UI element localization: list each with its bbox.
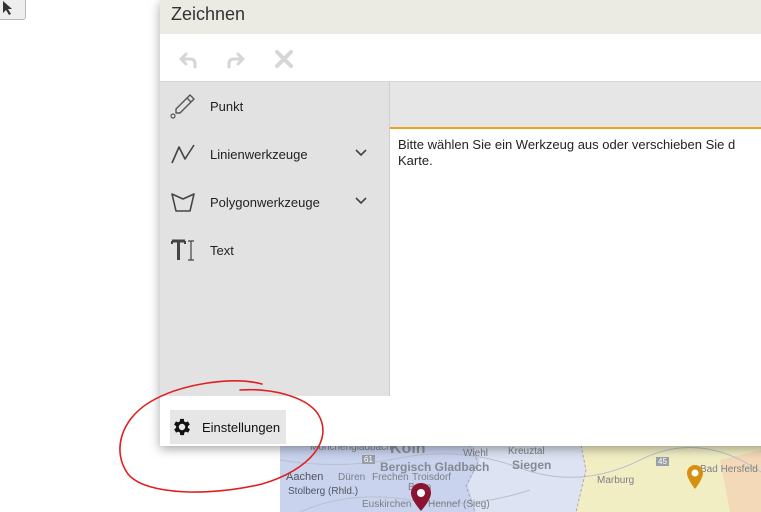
tool-polygons[interactable]: Polygonwerkzeuge: [160, 178, 389, 226]
map-label: Wiehl: [463, 448, 489, 459]
gear-icon: [170, 415, 194, 439]
map-label: Hennef (Sieg): [428, 499, 490, 510]
tool-sidebar: Punkt Linienwerkzeuge Polygonwerkzeuge T…: [160, 82, 390, 396]
text-tool-icon: [170, 237, 196, 263]
map-label: Stolberg (Rhld.): [288, 486, 359, 497]
redo-icon: [227, 52, 245, 69]
tool-label: Punkt: [210, 98, 244, 114]
chevron-down-icon[interactable]: [354, 148, 368, 158]
map-marker-icon[interactable]: [410, 482, 432, 512]
map-label: Marburg: [597, 475, 635, 486]
tool-label: Linienwerkzeuge: [210, 146, 308, 162]
cursor-arrow-icon: [3, 1, 12, 15]
undo-button[interactable]: [174, 46, 202, 72]
map-label: Kreuztal: [508, 446, 545, 457]
draw-toolbar: [160, 34, 761, 82]
settings-button[interactable]: Einstellungen: [170, 410, 286, 444]
map-label: Frechen: [372, 472, 409, 483]
dialog-footer: Einstellungen: [160, 396, 761, 446]
delete-button[interactable]: [270, 46, 298, 72]
map-label: Bad Hersfeld: [700, 464, 758, 475]
map-label: Düren: [338, 472, 366, 483]
select-tool-button[interactable]: [0, 0, 26, 20]
chevron-down-icon[interactable]: [354, 196, 368, 206]
map-label: 45: [656, 457, 669, 466]
pencil-icon: [170, 93, 196, 119]
redo-button[interactable]: [222, 46, 250, 72]
content-header: [390, 82, 761, 129]
tool-point[interactable]: Punkt: [160, 82, 389, 130]
polygon-icon: [170, 189, 196, 215]
tool-content-panel: Bitte wählen Sie ein Werkzeug aus oder v…: [390, 82, 761, 396]
dialog-titlebar[interactable]: Zeichnen: [160, 0, 761, 34]
screen: Mönchengladbach Köln 61 Bergisch Gladbac…: [0, 0, 761, 512]
map-label: Siegen: [512, 458, 552, 472]
map-label: 61: [362, 455, 375, 464]
map-label: Euskirchen: [362, 499, 412, 510]
map-marker-icon[interactable]: [686, 464, 704, 490]
settings-label: Einstellungen: [202, 419, 281, 435]
tool-lines[interactable]: Linienwerkzeuge: [160, 130, 389, 178]
polyline-icon: [170, 141, 196, 167]
map-view[interactable]: Mönchengladbach Köln 61 Bergisch Gladbac…: [280, 440, 761, 512]
undo-icon: [179, 52, 197, 69]
dialog-title: Zeichnen: [171, 4, 246, 24]
tool-label: Text: [210, 242, 234, 258]
tool-text[interactable]: Text: [160, 226, 389, 274]
tool-label: Polygonwerkzeuge: [210, 194, 320, 210]
instruction-message: Bitte wählen Sie ein Werkzeug aus oder v…: [398, 137, 736, 168]
close-icon: [275, 50, 293, 68]
map-label: Aachen: [286, 471, 324, 483]
draw-dialog: Zeichnen Punkt Linienwerkzeuge Polygonwe…: [160, 0, 761, 446]
